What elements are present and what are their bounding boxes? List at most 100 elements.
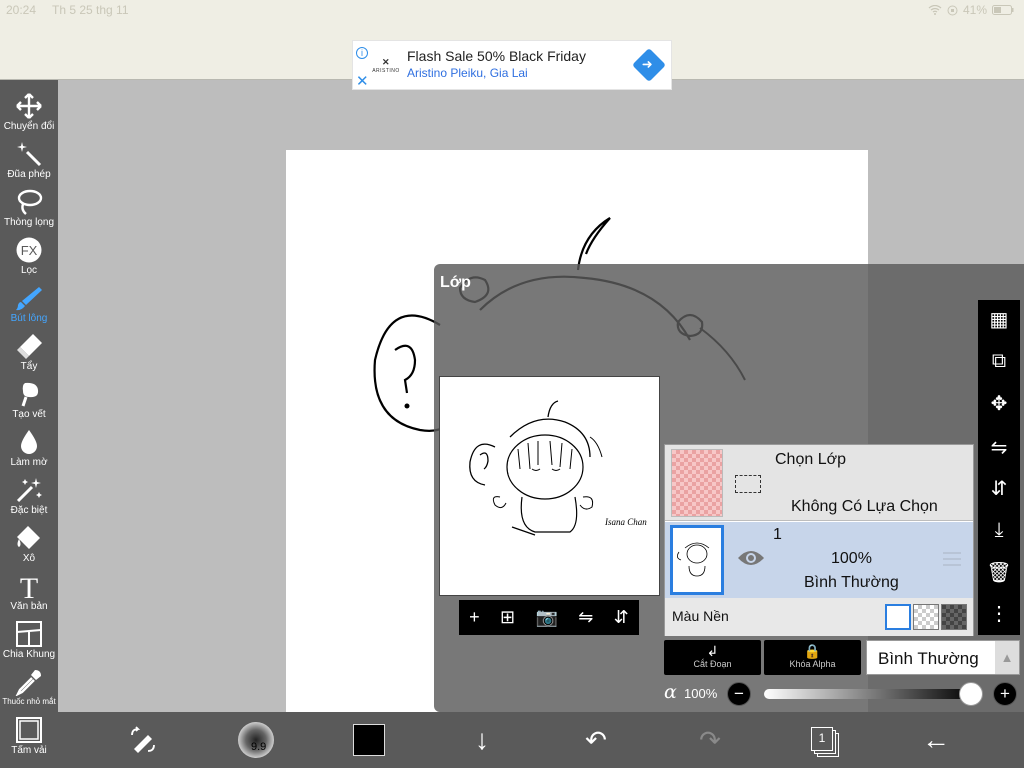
wifi-icon [928, 5, 942, 15]
opacity-increase-button[interactable]: + [993, 682, 1017, 706]
tool-label: Đũa phép [7, 169, 51, 180]
redo-icon[interactable]: ↷ [690, 712, 730, 768]
layer-preview: Isana Chan [439, 376, 660, 596]
background-transparent-option[interactable] [913, 604, 939, 630]
add-layer-icon[interactable]: + [469, 607, 480, 628]
ad-bar: i ✕ ✕ ARISTINO Flash Sale 50% Black Frida… [0, 20, 1024, 90]
selection-layer-row[interactable]: Chọn Lớp Không Có Lựa Chọn [665, 445, 973, 521]
battery-icon [992, 5, 1014, 15]
tool-eraser[interactable]: Tẩy [0, 330, 58, 378]
selection-layer-thumbnail [671, 449, 723, 517]
fx-icon-text: FX [21, 243, 38, 258]
opacity-slider[interactable] [764, 689, 974, 699]
status-bar: 20:24 Th 5 25 thg 11 41% [0, 0, 1024, 20]
layer-list: Chọn Lớp Không Có Lựa Chọn 1 100% Bình T… [664, 444, 974, 636]
eraser-icon [17, 334, 42, 359]
back-arrow-icon[interactable]: ← [916, 712, 956, 768]
move-icon[interactable]: ✥ [984, 389, 1014, 419]
layer-row-1[interactable]: 1 100% Bình Thường [665, 522, 973, 598]
tool-frame-divider[interactable]: Chia Khung [0, 618, 58, 666]
more-icon[interactable]: ⋮ [984, 599, 1014, 629]
tool-smudge[interactable]: Tạo vết [0, 378, 58, 426]
tool-label: Văn bản [10, 601, 48, 612]
background-dark-option[interactable] [941, 604, 967, 630]
opacity-slider-handle[interactable] [959, 682, 983, 706]
ad-brand: ARISTINO [372, 68, 400, 74]
download-arrow-icon[interactable]: ↓ [462, 712, 502, 768]
blend-mode-value: Bình Thường [878, 649, 979, 668]
tool-label: Làm mờ [10, 457, 48, 468]
opacity-value: 100% [684, 686, 718, 701]
flip-horizontal-icon[interactable]: ⇋ [578, 607, 593, 628]
clipping-button[interactable]: ↲ Cắt Đoạn [664, 640, 761, 675]
directions-icon[interactable]: ➜ [632, 48, 666, 82]
brush-size-value: 9.9 [251, 741, 267, 753]
magic-wand-icon [17, 142, 42, 167]
ad-banner[interactable]: i ✕ ✕ ARISTINO Flash Sale 50% Black Frida… [352, 40, 672, 90]
tool-label: Bút lông [10, 313, 48, 324]
blur-drop-icon [21, 430, 37, 454]
trash-icon[interactable]: 🗑 [984, 558, 1014, 588]
flip-horizontal-icon[interactable]: ⇋ [984, 433, 1014, 463]
orientation-lock-icon [947, 5, 958, 15]
select-transform-icon[interactable]: ⧉ [984, 346, 1014, 376]
tool-label: Lọc [20, 265, 38, 276]
artwork-signature: Isana Chan [604, 517, 647, 527]
tool-label: Tấm vải [11, 745, 47, 756]
visibility-eye-icon[interactable] [737, 548, 765, 568]
status-right: 41% [928, 3, 1014, 17]
frame-divider-icon [16, 621, 42, 647]
tool-eyedropper[interactable]: Thuốc nhỏ mắt [0, 666, 58, 714]
blend-mode-select[interactable]: Bình Thường ▲ [866, 640, 1020, 675]
tool-label: Chuyển đổi [3, 121, 55, 132]
info-icon[interactable]: i [356, 47, 368, 59]
tool-label: Đặc biệt [10, 505, 48, 516]
ad-logo: ✕ ARISTINO [372, 57, 400, 74]
tool-blur[interactable]: Làm mờ [0, 426, 58, 474]
close-icon[interactable]: ✕ [356, 72, 369, 90]
transparency-icon[interactable]: ▦ [984, 305, 1014, 335]
tool-special[interactable]: Đặc biệt [0, 474, 58, 522]
alpha-lock-label: Khóa Alpha [789, 659, 836, 669]
tool-transform[interactable]: Chuyển đổi [0, 90, 58, 138]
background-white-option[interactable] [885, 604, 911, 630]
move-icon [16, 93, 42, 119]
merge-down-icon[interactable]: ⤓ [984, 515, 1014, 545]
layer-tools-strip: ▦ ⧉ ✥ ⇋ ⇵ ⤓ 🗑 ⋮ [978, 300, 1020, 635]
tool-bucket[interactable]: Xô [0, 522, 58, 570]
selection-marquee-icon [735, 475, 761, 493]
tool-canvas[interactable]: Tấm vải [0, 714, 58, 762]
layer-blend-mode: Bình Thường [804, 574, 899, 591]
bucket-icon [17, 526, 40, 549]
tool-lasso[interactable]: Thòng lọng [0, 186, 58, 234]
chevron-up-icon: ▲ [995, 641, 1019, 674]
ad-title[interactable]: Flash Sale 50% Black Friday [407, 48, 586, 64]
text-icon: T [20, 572, 38, 600]
modify-tool-icon[interactable] [123, 712, 163, 768]
tool-brush[interactable]: Bút lông [0, 282, 58, 330]
flip-vertical-icon[interactable]: ⇵ [984, 474, 1014, 504]
flip-vertical-icon[interactable]: ⇵ [614, 607, 629, 628]
layer-1-thumbnail [670, 525, 724, 595]
layer-panel-title: Lớp [440, 274, 471, 291]
tool-label: Thuốc nhỏ mắt [2, 697, 56, 706]
tool-label: Xô [22, 553, 36, 564]
color-swatch[interactable] [353, 724, 385, 756]
drag-handle-icon[interactable] [943, 552, 961, 570]
selection-status: Không Có Lựa Chọn [791, 498, 938, 515]
alpha-lock-button[interactable]: 🔒 Khóa Alpha [764, 640, 861, 675]
undo-icon[interactable]: ↶ [576, 712, 616, 768]
status-date: Th 5 25 thg 11 [52, 3, 129, 17]
ad-subtitle[interactable]: Aristino Pleiku, Gia Lai [407, 66, 528, 80]
clipping-icon: ↲ [706, 643, 719, 659]
opacity-decrease-button[interactable]: − [727, 682, 751, 706]
layers-count-icon[interactable]: 1 [811, 727, 833, 751]
camera-icon[interactable]: 📷 [535, 607, 557, 628]
selection-layer-title: Chọn Lớp [775, 451, 846, 468]
tool-magic-wand[interactable]: Đũa phép [0, 138, 58, 186]
tool-text[interactable]: T Văn bản [0, 570, 58, 618]
brush-size-button[interactable]: 9.9 [238, 722, 274, 758]
add-copy-icon[interactable]: ⊞ [500, 607, 515, 628]
background-label: Màu Nền [672, 608, 729, 624]
tool-filter[interactable]: FX Lọc [0, 234, 58, 282]
